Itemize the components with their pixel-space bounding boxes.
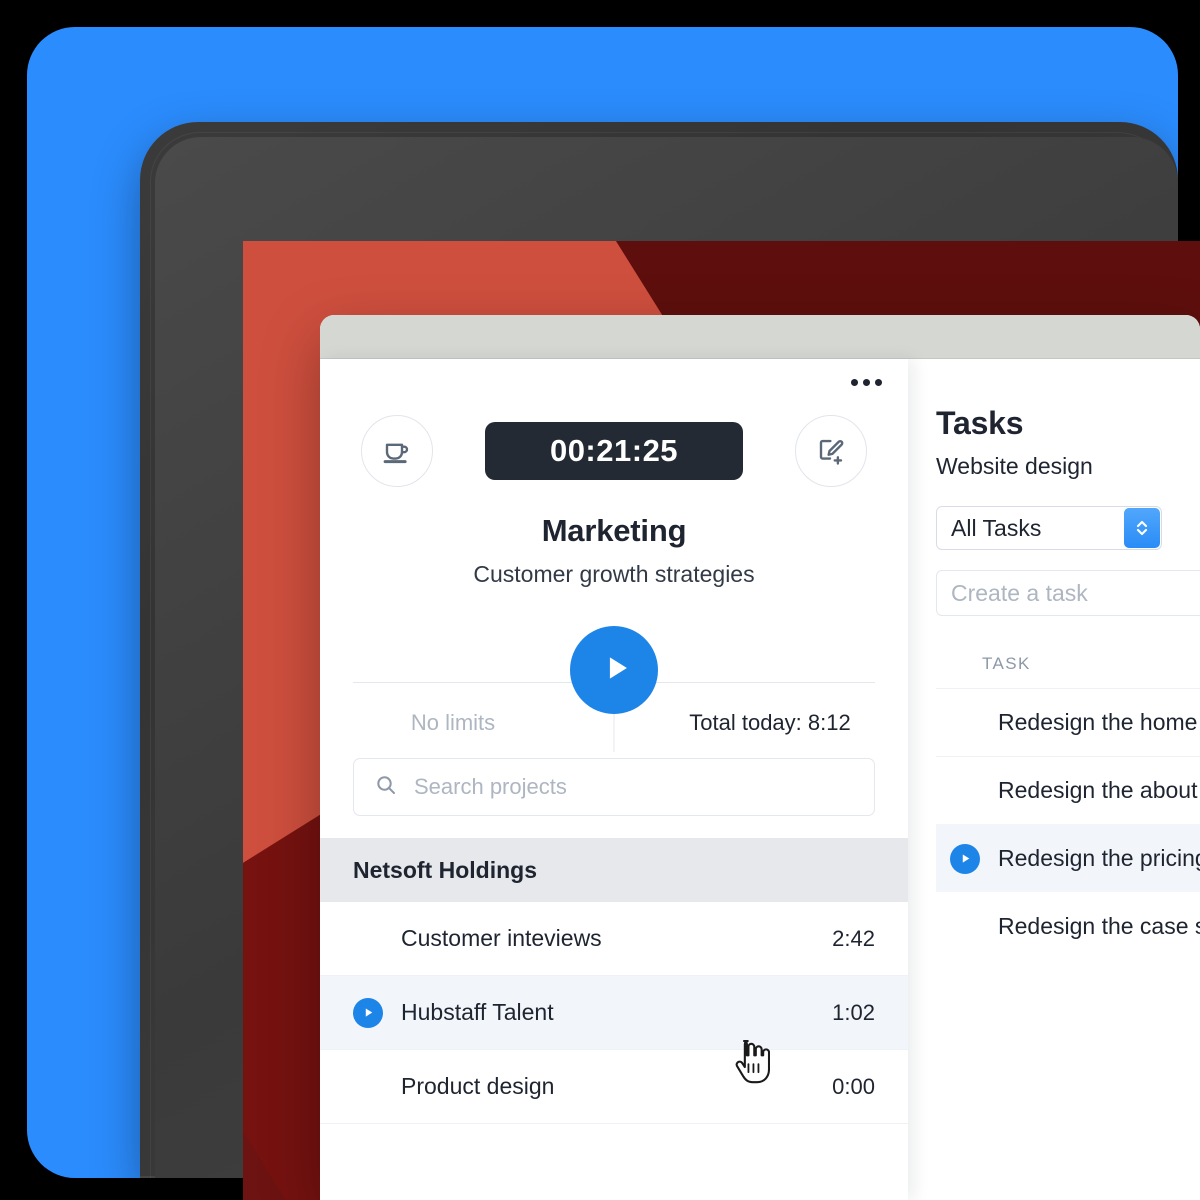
- search-icon: [374, 773, 398, 802]
- screenshot-stage: 00:21:25 Marketing Customer growth strat…: [0, 0, 1200, 1200]
- task-play-icon[interactable]: [950, 843, 980, 874]
- task-row[interactable]: Redesign the about: [936, 756, 1200, 824]
- project-name: Product design: [401, 1073, 555, 1099]
- create-task-box[interactable]: [936, 570, 1200, 616]
- task-filter-value: All Tasks: [951, 514, 1042, 541]
- search-wrapper: [320, 742, 908, 816]
- timer-value: 00:21:25: [549, 433, 679, 468]
- timer-display[interactable]: 00:21:25: [485, 422, 743, 480]
- create-task-input[interactable]: [951, 579, 1200, 607]
- tasks-panel: Tasks Website design All Tasks Create a …: [908, 359, 1200, 1200]
- task-filter-row: All Tasks: [936, 506, 1200, 550]
- add-note-icon: [816, 436, 846, 466]
- project-name: Customer inteviews: [401, 925, 602, 951]
- task-row[interactable]: Redesign the pricing: [936, 824, 1200, 892]
- tasks-subtitle: Website design: [936, 453, 1093, 479]
- app-window: 00:21:25 Marketing Customer growth strat…: [320, 315, 1200, 1200]
- add-note-button[interactable]: [795, 415, 867, 487]
- timer-row: 00:21:25: [320, 415, 908, 487]
- project-time: 1:02: [832, 999, 875, 1025]
- kebab-menu-icon[interactable]: [849, 373, 884, 392]
- task-column-header: TASK: [982, 654, 1031, 673]
- task-list: Redesign the home Redesign the about Red…: [936, 688, 1200, 960]
- window-body: 00:21:25 Marketing Customer growth strat…: [320, 359, 1200, 1200]
- search-input[interactable]: [414, 774, 854, 800]
- play-icon: [594, 651, 634, 690]
- play-stats-block: No limits Total today: 8:12: [320, 622, 908, 752]
- project-time: 2:42: [832, 925, 875, 951]
- search-projects-box[interactable]: [353, 758, 875, 816]
- task-name: Redesign the about: [998, 777, 1198, 803]
- project-row[interactable]: Product design 0:00: [320, 1050, 908, 1124]
- project-name: Hubstaff Talent: [401, 999, 554, 1025]
- total-today-label: Total today: 8:12: [689, 710, 851, 735]
- tasks-title: Tasks: [936, 405, 1024, 441]
- task-row[interactable]: Redesign the case s: [936, 892, 1200, 960]
- timer-panel: 00:21:25 Marketing Customer growth strat…: [320, 359, 908, 1200]
- project-title: Marketing: [541, 513, 687, 548]
- project-list: Customer inteviews 2:42 Hubstaff Talent …: [320, 902, 908, 1124]
- task-row[interactable]: Redesign the home: [936, 688, 1200, 756]
- project-subtitle: Customer growth strategies: [473, 561, 755, 587]
- project-group-header: Netsoft Holdings: [320, 838, 908, 902]
- task-name: Redesign the case s: [998, 913, 1200, 939]
- kebab-dot: [851, 378, 858, 386]
- break-button[interactable]: [361, 415, 433, 487]
- task-name: Redesign the home: [998, 709, 1198, 735]
- timer-panel-toolbar: [320, 359, 908, 405]
- chevron-up-down-icon[interactable]: [1124, 508, 1160, 548]
- window-title-bar[interactable]: [320, 315, 1200, 359]
- task-filter-select[interactable]: All Tasks: [936, 506, 1162, 550]
- start-timer-button[interactable]: [570, 626, 658, 714]
- project-row[interactable]: Customer inteviews 2:42: [320, 902, 908, 976]
- project-time: 0:00: [832, 1073, 875, 1099]
- coffee-cup-icon: [382, 436, 412, 466]
- kebab-dot: [875, 378, 882, 386]
- limit-label: No limits: [410, 710, 496, 735]
- task-name: Redesign the pricing: [998, 845, 1200, 871]
- project-play-icon[interactable]: [353, 997, 383, 1028]
- kebab-dot: [863, 378, 870, 386]
- project-row[interactable]: Hubstaff Talent 1:02: [320, 976, 908, 1050]
